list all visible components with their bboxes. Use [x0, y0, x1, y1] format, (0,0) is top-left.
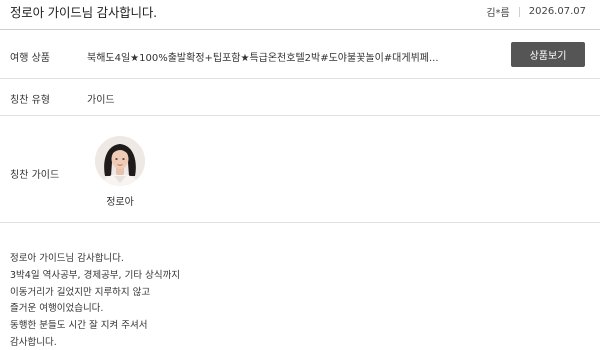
praise-type-label: 칭찬 유형 — [10, 95, 50, 106]
review-title: 정로아 가이드님 감사합니다. — [10, 5, 157, 20]
product-value: 북해도4일★100%출발확정+팁포함★특급온천호텔2박#도야불꽃놀이#대게뷔페.… — [87, 53, 439, 64]
guide-photo — [95, 136, 145, 186]
praise-type-value: 가이드 — [87, 95, 115, 106]
header-divider — [0, 29, 600, 30]
product-label: 여행 상품 — [10, 53, 50, 64]
review-line: 즐거운 여행이었습니다. — [10, 303, 104, 315]
meta-divider — [518, 6, 520, 17]
review-line: 동행한 분들도 시간 잘 지켜 주셔서 — [10, 320, 148, 332]
review-header: 정로아 가이드님 감사합니다. 김*름 2026.07.07 — [0, 0, 600, 26]
review-line: 정로아 가이드님 감사합니다. — [10, 253, 124, 264]
view-product-button[interactable]: 상품보기 — [511, 42, 585, 67]
review-line: 감사합니다. — [10, 336, 57, 348]
product-divider — [0, 78, 600, 79]
review-line: 3박4일 역사공부, 경제공부, 기타 상식까지 — [10, 269, 181, 281]
guide-divider — [0, 222, 600, 223]
author-name: 김*름 — [486, 8, 510, 19]
review-date: 2026.07.07 — [528, 6, 586, 17]
review-meta: 김*름 2026.07.07 — [486, 4, 586, 19]
guide-name: 정로아 — [106, 197, 134, 208]
review-line: 이동거리가 길었지만 지루하지 않고 — [10, 286, 151, 298]
guide-avatar — [95, 136, 145, 186]
praise-type-divider — [0, 115, 600, 116]
praise-guide-label: 칭찬 가이드 — [10, 170, 60, 181]
review-body: 정로아 가이드님 감사합니다. 3박4일 역사공부, 경제공부, 기타 상식까지… — [10, 251, 180, 350]
